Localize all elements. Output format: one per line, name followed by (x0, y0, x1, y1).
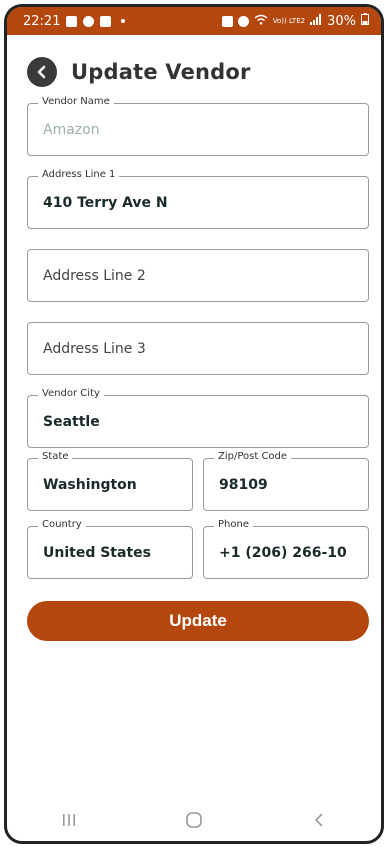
vendor-name-field[interactable]: Vendor Name Amazon (27, 96, 369, 156)
system-nav-bar (7, 799, 381, 841)
zip-code-field[interactable]: Zip/Post Code 98109 (203, 451, 369, 511)
phone-frame: 22:21 Vo)) LTE2 30% Update Vendor Vendor… (4, 4, 384, 844)
back-button[interactable] (27, 57, 57, 87)
address-line-1-field[interactable]: Address Line 1 410 Terry Ave N (27, 169, 369, 229)
more-notifications-icon (121, 19, 126, 23)
battery-icon (361, 13, 369, 29)
state-value: Washington (43, 476, 137, 493)
back-arrow-icon (314, 813, 323, 827)
signal-icon (310, 13, 322, 29)
wifi-icon (254, 14, 268, 29)
youtube-notification-icon (100, 15, 112, 27)
vendor-city-field[interactable]: Vendor City Seattle (27, 388, 369, 448)
phone-value: +1 (206) 266-10 (219, 544, 347, 561)
lock-icon (221, 15, 233, 27)
home-button[interactable] (174, 805, 214, 835)
country-value: United States (43, 544, 151, 561)
phone-field[interactable]: Phone +1 (206) 266-10 (203, 519, 369, 579)
address-line-1-value: 410 Terry Ave N (43, 194, 168, 211)
address-line-3-field[interactable]: Address Line 3 (27, 322, 369, 375)
recent-apps-icon (63, 814, 76, 826)
page-title: Update Vendor (71, 60, 251, 84)
back-nav-button[interactable] (299, 805, 339, 835)
address-line-3-placeholder: Address Line 3 (43, 340, 146, 357)
gallery-notification-icon (66, 15, 78, 27)
cloud-notification-icon (83, 15, 95, 27)
chevron-left-icon (37, 65, 46, 79)
state-field[interactable]: State Washington (27, 451, 193, 511)
alarm-icon (237, 15, 249, 27)
country-field[interactable]: Country United States (27, 519, 193, 579)
page-header: Update Vendor (27, 55, 251, 89)
battery-percent: 30% (327, 13, 356, 29)
vendor-city-value: Seattle (43, 413, 100, 430)
status-bar: 22:21 Vo)) LTE2 30% (7, 7, 381, 35)
home-icon (186, 812, 202, 828)
address-line-2-placeholder: Address Line 2 (43, 267, 146, 284)
network-indicator: Vo)) LTE2 (272, 16, 306, 25)
update-button[interactable]: Update (27, 601, 369, 641)
vendor-name-value: Amazon (43, 121, 100, 138)
address-line-2-field[interactable]: Address Line 2 (27, 249, 369, 302)
zip-code-value: 98109 (219, 476, 268, 493)
status-time: 22:21 (23, 13, 61, 29)
recent-apps-button[interactable] (49, 805, 89, 835)
